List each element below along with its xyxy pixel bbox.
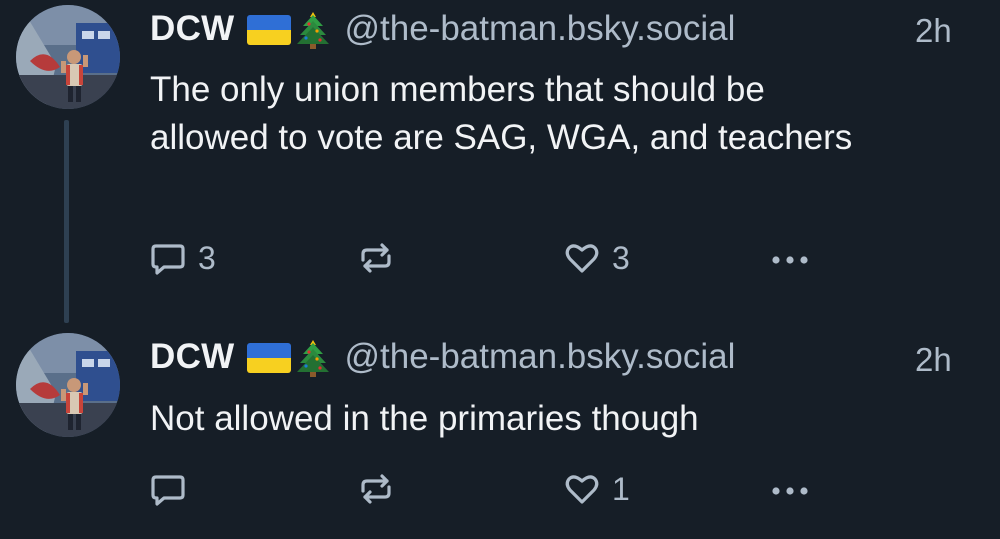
heart-icon (565, 475, 599, 504)
reply-icon (151, 475, 185, 506)
ukraine-flag-icon (246, 15, 291, 45)
avatar[interactable] (16, 333, 120, 437)
post[interactable]: DCW @the-batman.bsky.social 2h (0, 0, 1000, 330)
avatar[interactable] (16, 5, 120, 109)
like-count: 3 (612, 239, 630, 276)
post-thread: DCW @the-batman.bsky.social 2h The only … (0, 0, 1000, 539)
author-handle[interactable]: @the-batman.bsky.social (345, 9, 736, 49)
post-text: Not allowed in the primaries though (150, 399, 699, 438)
post-timestamp[interactable]: 2h (915, 12, 952, 50)
more-options-icon (772, 487, 808, 495)
heart-icon (565, 244, 599, 273)
repost-icon (361, 474, 391, 504)
reply-button[interactable]: 3 (148, 236, 216, 280)
like-button[interactable]: 1 (562, 467, 630, 511)
thread-line (64, 120, 69, 323)
post-header: DCW @the-batman.bsky.social (150, 9, 735, 49)
christmas-tree-icon (295, 337, 331, 377)
more-options-icon (772, 256, 808, 264)
author-display-name[interactable]: DCW (150, 9, 235, 49)
like-button[interactable]: 3 (562, 236, 630, 280)
post-text: The only union members that should be al… (150, 70, 853, 157)
repost-icon (361, 243, 391, 273)
post-timestamp[interactable]: 2h (915, 341, 952, 379)
avatar-image (16, 5, 120, 109)
reply-button[interactable] (148, 467, 198, 511)
reply-count: 3 (198, 239, 216, 276)
more-options-button[interactable] (768, 467, 812, 511)
post-header: DCW @the-batman.bsky.social (150, 337, 735, 377)
avatar-image (16, 333, 120, 437)
author-display-name[interactable]: DCW (150, 337, 235, 377)
post-actions: 1 (0, 467, 1000, 511)
more-options-button[interactable] (768, 236, 812, 280)
author-handle[interactable]: @the-batman.bsky.social (345, 337, 736, 377)
christmas-tree-icon (295, 9, 331, 49)
ukraine-flag-icon (246, 343, 291, 373)
repost-button[interactable] (356, 467, 406, 511)
post-actions: 3 3 (0, 236, 1000, 280)
post[interactable]: DCW @the-batman.bsky.social 2h (0, 330, 1000, 539)
reply-icon (151, 244, 185, 275)
like-count: 1 (612, 470, 630, 507)
repost-button[interactable] (356, 236, 406, 280)
